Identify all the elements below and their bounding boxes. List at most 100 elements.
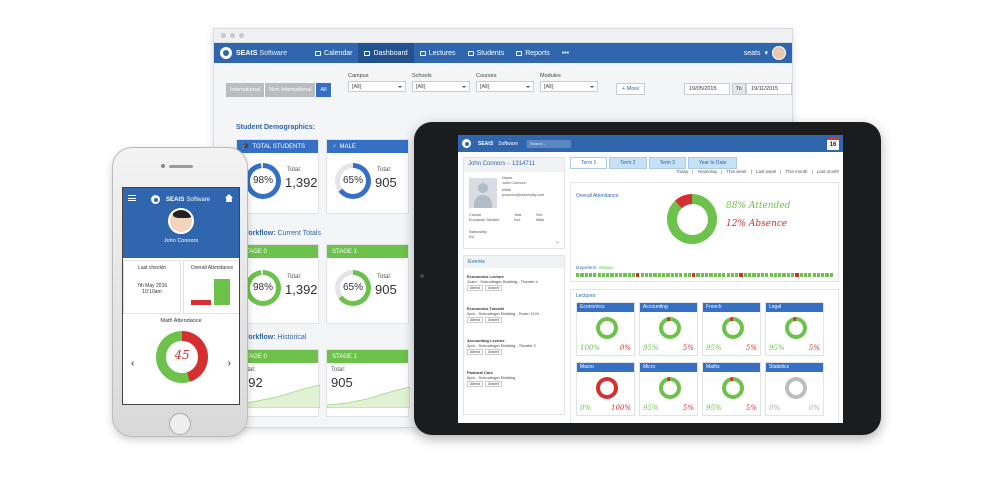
event-item[interactable]: Economics Lecture 11am - Schrodinger Buil…	[467, 274, 561, 291]
attend-button[interactable]: Attend	[467, 285, 484, 291]
segment-international[interactable]: International	[226, 83, 266, 97]
attend-button[interactable]: Attend	[467, 349, 484, 355]
schools-select[interactable]: [All]	[412, 81, 470, 92]
calendar-icon[interactable]: 16	[827, 137, 839, 150]
window-dot-icon[interactable]	[239, 33, 244, 38]
attend-button[interactable]: Attend	[467, 381, 484, 387]
card-header: 🎓 TOTAL STUDENTS	[237, 140, 318, 153]
hamburger-icon[interactable]	[128, 195, 136, 201]
home-button[interactable]	[169, 413, 191, 435]
lecture-card[interactable]: Economics 100% 0%	[576, 302, 635, 356]
stage1-current-card[interactable]: STAGE 1 65% Total: 905	[326, 244, 409, 324]
event-item[interactable]: Accounting Lecture 3pm - Schrodinger Buil…	[467, 338, 561, 355]
lecture-card[interactable]: Macro 0% 100%	[576, 362, 635, 416]
demographics-title: Student Demographics:	[236, 124, 315, 131]
range-yesterday[interactable]: Yesterday	[697, 169, 717, 174]
attended-text: 88% Attended	[726, 201, 791, 211]
lecture-card[interactable]: French 95% 5%	[702, 302, 761, 356]
filter-label: Modules	[540, 73, 561, 79]
last-checkin-tile[interactable]: Last checkin 7th May 2016 10:10am	[123, 260, 181, 314]
chevron-down-icon[interactable]: ⌄	[555, 238, 560, 245]
absent-button[interactable]: Absent	[485, 317, 503, 323]
stage0-historical-card[interactable]: STAGE 0 Total: 392	[236, 349, 320, 417]
male-card[interactable]: ♂ MALE 65% Total: 905	[326, 139, 409, 214]
profile-header: John Connors – 1314711	[464, 158, 564, 172]
lecture-card[interactable]: Maths 95% 5%	[702, 362, 761, 416]
stage0-current-card[interactable]: STAGE 0 98% Total: 1,392	[236, 244, 319, 324]
nav-dashboard[interactable]: Dashboard	[358, 43, 414, 63]
more-filters-button[interactable]: + More	[616, 83, 646, 95]
dashboard-icon	[364, 50, 371, 56]
lectures-icon	[419, 50, 426, 56]
range-today[interactable]: Today	[676, 169, 688, 174]
chevron-down-icon: ▾	[764, 50, 768, 57]
nav-students[interactable]: Students	[462, 43, 511, 63]
day-cell	[627, 273, 631, 277]
day-cell	[713, 273, 717, 277]
day-cell	[782, 273, 786, 277]
schools-filter: Schools [All]	[412, 73, 470, 92]
window-dot-icon[interactable]	[230, 33, 235, 38]
tablet-right-column: Term 1 Term 2 Term 3 Year to Date Today |…	[570, 157, 839, 423]
day-cell	[730, 273, 735, 277]
user-menu[interactable]: seats ▾	[744, 46, 792, 60]
nav-calendar[interactable]: Calendar	[309, 43, 358, 63]
range-last-week[interactable]: Last week	[756, 169, 776, 174]
tab-term-3[interactable]: Term 3	[648, 157, 686, 169]
chevron-left-icon[interactable]: ‹	[131, 358, 134, 369]
day-cell	[636, 273, 640, 277]
segment-all[interactable]: All	[316, 83, 332, 97]
absent-bar	[191, 300, 211, 305]
donut-hole	[676, 203, 708, 235]
nav-more[interactable]: •••	[556, 43, 575, 63]
nav-reports[interactable]: Reports	[510, 43, 556, 63]
overall-attendance-tile[interactable]: Overall Attendance	[183, 260, 239, 314]
date-to-field[interactable]: 19/11/2015	[746, 83, 792, 95]
lecture-card[interactable]: Statistics 0% 0%	[765, 362, 824, 416]
nav-lectures[interactable]: Lectures	[414, 43, 462, 63]
nav-label: Calendar	[324, 49, 353, 57]
chevron-right-icon[interactable]: ›	[228, 358, 231, 369]
day-cell	[821, 273, 825, 277]
event-item[interactable]: Pastoral Care 5pm - Schrodinger Building A…	[467, 370, 561, 387]
total-students-card[interactable]: 🎓 TOTAL STUDENTS 98% Total: 1,392	[236, 139, 319, 214]
stage1-historical-card[interactable]: STAGE 1 Total: 905	[326, 349, 410, 417]
lecture-card[interactable]: Accounting 95% 5%	[639, 302, 698, 356]
range-this-week[interactable]: This week	[726, 169, 746, 174]
absent-button[interactable]: Absent	[485, 285, 503, 291]
segment-non-international[interactable]: Non-International	[265, 83, 317, 97]
attended-percent: 95%	[769, 344, 785, 352]
total-value: 1,392	[285, 175, 318, 190]
event-item[interactable]: Economics Tutorial 2pm - Schrodinger Buil…	[467, 306, 561, 323]
absent-button[interactable]: Absent	[485, 349, 503, 355]
absence-text: 12% Absence	[726, 219, 788, 229]
card-title: TOTAL STUDENTS	[252, 143, 306, 150]
day-cell	[674, 273, 679, 277]
modules-select[interactable]: [All]	[540, 81, 598, 92]
search-input[interactable]: Search...	[527, 139, 572, 148]
campus-select[interactable]: [All]	[348, 81, 406, 92]
range-this-month[interactable]: This month	[785, 169, 807, 174]
date-from-field[interactable]: 19/05/2015	[684, 83, 730, 95]
lecture-donut-chart	[659, 377, 681, 399]
day-cell	[773, 273, 778, 277]
nav-label: Reports	[525, 49, 550, 57]
lecture-card[interactable]: Micro 95% 5%	[639, 362, 698, 416]
events-panel: Events Economics Lecture 11am - Schroding…	[463, 255, 565, 415]
day-cell	[666, 273, 670, 277]
tablet-screen: SEAtS Software Search... 16 John Connors…	[458, 135, 843, 423]
day-cell	[692, 273, 696, 277]
absent-button[interactable]: Absent	[485, 381, 503, 387]
tab-term-2[interactable]: Term 2	[609, 157, 647, 169]
courses-select[interactable]: [All]	[476, 81, 534, 92]
student-name: John Connors	[468, 161, 506, 167]
attend-button[interactable]: Attend	[467, 317, 484, 323]
lecture-donut-chart	[785, 317, 807, 339]
window-dot-icon[interactable]	[221, 33, 226, 38]
lecture-card[interactable]: Legal 95% 5%	[765, 302, 824, 356]
home-icon[interactable]	[225, 194, 233, 202]
range-last-month[interactable]: Last month	[817, 169, 839, 174]
tab-year-to-date[interactable]: Year to Date	[687, 157, 738, 169]
tab-term-1[interactable]: Term 1	[570, 157, 608, 169]
day-cell	[825, 273, 829, 277]
